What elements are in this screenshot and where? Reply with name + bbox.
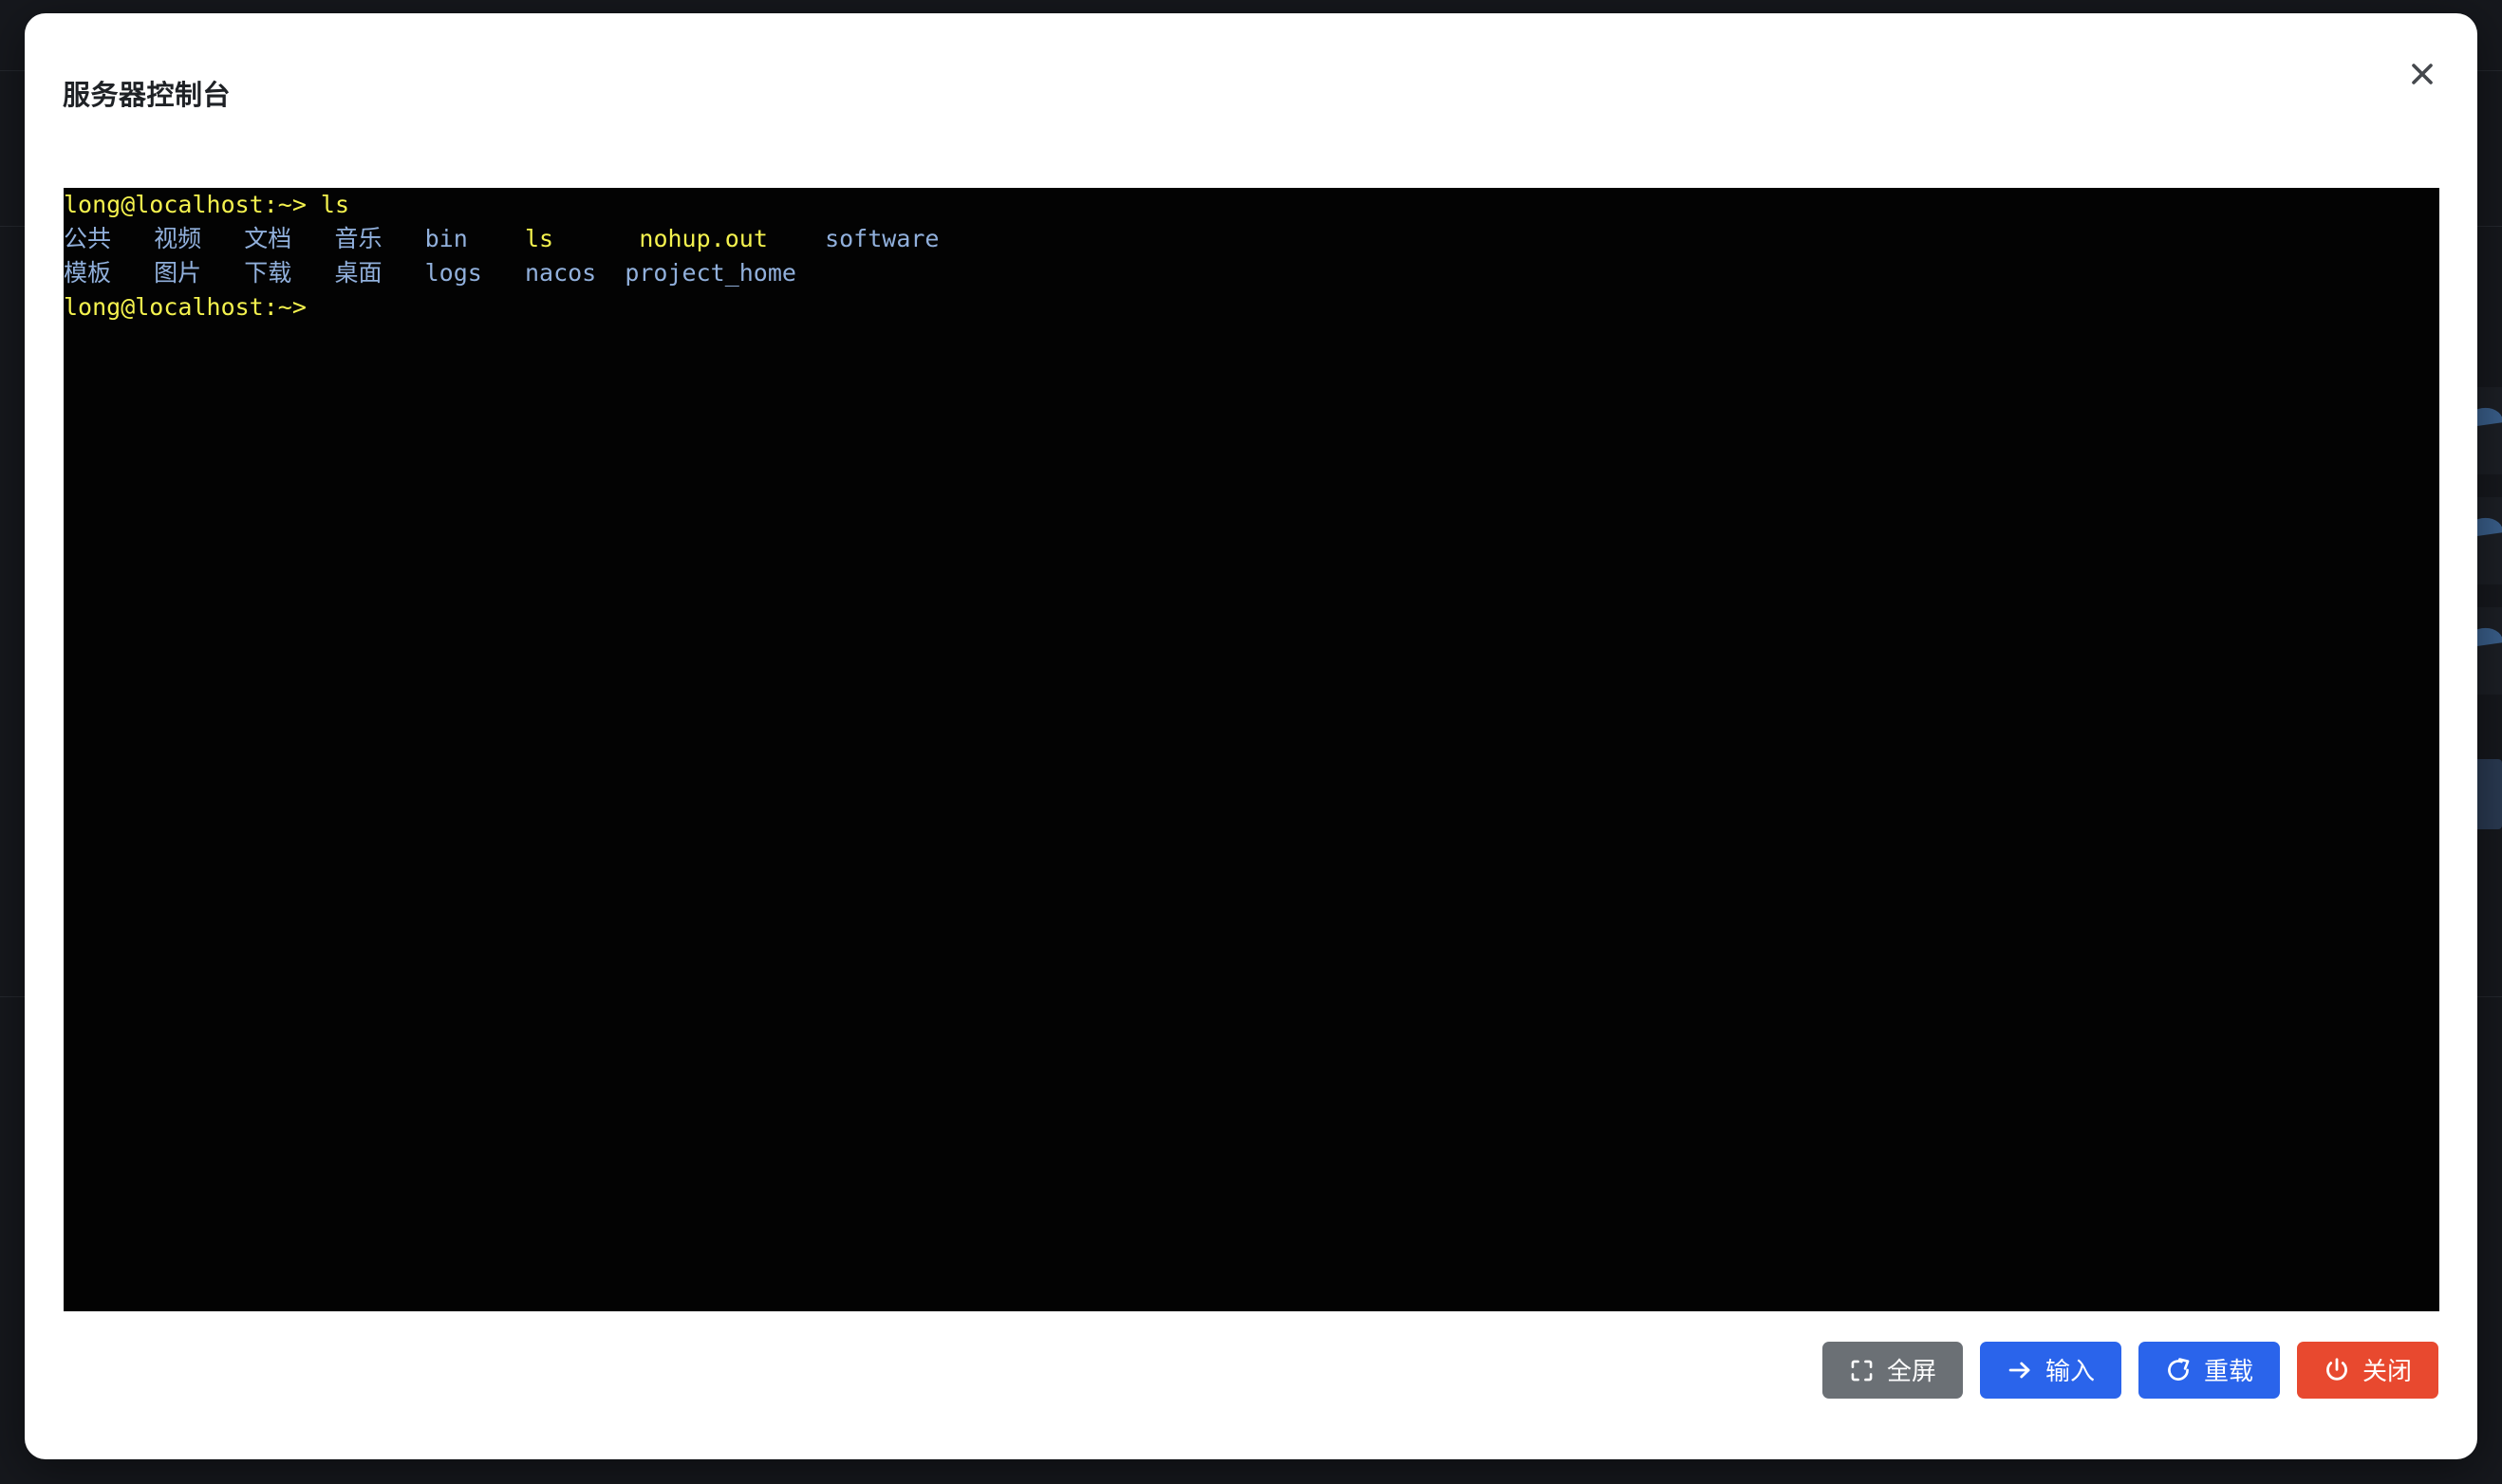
fullscreen-icon — [1849, 1358, 1875, 1383]
terminal-segment: nohup.out — [639, 225, 825, 252]
close-icon[interactable] — [2403, 55, 2441, 93]
terminal-segment: bin — [425, 225, 525, 252]
reload-button[interactable]: 重载 — [2138, 1342, 2280, 1399]
terminal-output-panel[interactable]: long@localhost:~> ls公共 视频 文档 音乐 bin ls n… — [64, 188, 2439, 1311]
terminal-segment: long@localhost:~> — [64, 293, 307, 321]
terminal-line: long@localhost:~> — [64, 290, 2439, 325]
input-button-label: 输入 — [2045, 1359, 2095, 1383]
shutdown-button[interactable]: 关闭 — [2297, 1342, 2438, 1399]
terminal-line: 公共 视频 文档 音乐 bin ls nohup.out software — [64, 222, 2439, 256]
power-icon — [2324, 1357, 2350, 1383]
dialog-header: 服务器控制台 — [25, 13, 2477, 89]
arrow-right-icon — [2007, 1357, 2033, 1383]
input-button[interactable]: 输入 — [1980, 1342, 2121, 1399]
refresh-icon — [2165, 1357, 2192, 1383]
dialog-footer: 全屏 输入 — [25, 1311, 2477, 1459]
terminal-text: long@localhost:~> ls公共 视频 文档 音乐 bin ls n… — [64, 188, 2439, 325]
dialog-title: 服务器控制台 — [63, 73, 231, 113]
terminal-segment: software — [825, 225, 939, 252]
fullscreen-button-label: 全屏 — [1887, 1359, 1936, 1383]
terminal-segment: 模板 图片 下载 桌面 logs nacos project_home — [64, 259, 796, 287]
terminal-line: 模板 图片 下载 桌面 logs nacos project_home — [64, 256, 2439, 290]
server-console-dialog: 服务器控制台 long@localhost:~> ls公共 视频 文档 音乐 b… — [25, 13, 2477, 1459]
dialog-action-bar: 全屏 输入 — [1822, 1342, 2438, 1399]
reload-button-label: 重载 — [2204, 1359, 2253, 1383]
terminal-segment: ls — [525, 225, 639, 252]
shutdown-button-label: 关闭 — [2362, 1359, 2412, 1383]
fullscreen-button[interactable]: 全屏 — [1822, 1342, 1963, 1399]
terminal-line: long@localhost:~> ls — [64, 188, 2439, 222]
terminal-segment: 公共 视频 文档 音乐 — [64, 225, 425, 252]
terminal-segment: long@localhost:~> ls — [64, 191, 349, 218]
